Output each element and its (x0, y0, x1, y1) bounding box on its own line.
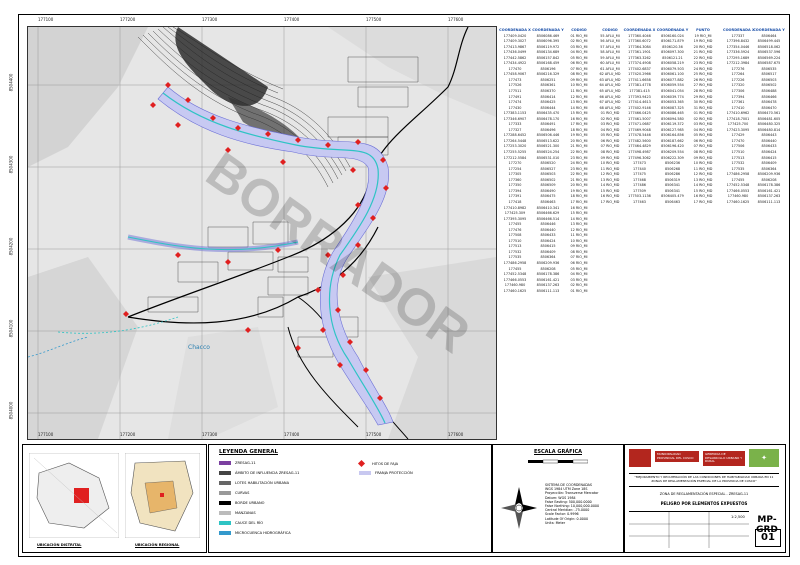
legend-swatch (219, 491, 231, 495)
plan-title: PELIGRO POR ELEMENTOS EXPUESTOS (660, 501, 748, 506)
x-tick-top-3: 177300 (202, 17, 218, 22)
legend-label: LOTES HABILITACIÓN URBANA (235, 481, 290, 485)
table-cell: 177460.1625 (503, 288, 527, 293)
legend-item: CAUCE DEL RÍO (219, 521, 263, 525)
legend-item: LOTES HABILITACIÓN URBANA (219, 481, 289, 485)
legend-swatch (219, 521, 231, 525)
legend-label: ÁMBITO DE INFLUENCIA ZRESAG-11 (235, 471, 300, 475)
coordinate-table-3: COORDENADA X COORDENADA Y 177337 8506464 177… (723, 28, 785, 206)
department-name: GERENCIA DE DESARROLLO URBANO Y RURAL (703, 451, 745, 466)
legend-swatch (219, 511, 231, 515)
legend-swatch (357, 459, 366, 468)
legend-label: BORDE URBANO (235, 501, 265, 505)
y-tick-1: 8504400 (8, 73, 14, 92)
project-logo-icon: ✦ (749, 449, 779, 467)
scale-box: ESCALA GRÁFICA SISTEMA DE COORDENADAS WGS… (492, 444, 624, 553)
legend-item: ZRESAG-11 (219, 461, 256, 465)
legend-swatch (359, 471, 371, 475)
table-cell: 17 RIO_MD (693, 199, 713, 204)
coordinate-system-info: SISTEMA DE COORDENADAS WGS 1984 UTM Zone … (545, 483, 599, 525)
river-label: Chacco (188, 344, 210, 351)
district-location-label: UBICACIÓN DISTRITAL (37, 543, 82, 547)
y-tick-2: 8504300 (8, 155, 14, 174)
district-location-map (29, 453, 119, 538)
x-tick-bottom-3: 177300 (202, 432, 218, 437)
legend-label: CURVAS (235, 491, 250, 495)
table-cell: 01 RIO_MI (570, 288, 588, 293)
x-tick-top-5: 177500 (366, 17, 382, 22)
legend-title: LEYENDA GENERAL (219, 449, 278, 455)
legend-swatch (219, 501, 231, 505)
legend-item: MANZANAS (219, 511, 256, 515)
x-tick-top-6: 177600 (448, 17, 464, 22)
table-row: 17 RIO_MD 177463 8506463 17 RIO_MD (597, 200, 717, 206)
x-tick-bottom-2: 177200 (120, 432, 136, 437)
map-frame[interactable]: BORRADOR Chacco (27, 26, 497, 440)
legend-label: ZRESAG-11 (235, 461, 256, 465)
x-tick-top-4: 177400 (284, 17, 300, 22)
legend-label: HITOS DE FAJA (372, 461, 399, 466)
zone-name: ZONA DE REGLAMENTACIÓN ESPECIAL - ZRESAG… (659, 492, 749, 496)
regional-location-label: UBICACIÓN REGIONAL (135, 543, 180, 547)
project-title: "MEJORAMIENTO Y RECUPERACIÓN DE LAS COND… (629, 473, 779, 487)
table-cell: 177460.1625 (726, 199, 750, 204)
y-tick-3: 8504200 (8, 237, 14, 256)
table-cell: 177463 (633, 199, 646, 204)
title-block: MUNICIPALIDAD PROVINCIAL DEL CUSCO GEREN… (624, 444, 786, 553)
legend-swatch (219, 461, 231, 465)
scale-bar (528, 459, 588, 464)
legend-label: CAUCE DEL RÍO (235, 521, 264, 525)
location-maps: UBICACIÓN DISTRITAL UBICACIÓN REGIONAL (22, 444, 207, 553)
coordinate-tables: COORDENADA X COORDENADA Y CODIGO 177409.042… (497, 26, 788, 438)
y-tick-5: 8504000 (8, 401, 14, 420)
table-cell: 8506111.113 (757, 199, 781, 204)
legend-item: CURVAS (219, 491, 249, 495)
system-info-line: Units: Meter (545, 520, 566, 525)
org-name: MUNICIPALIDAD PROVINCIAL DEL CUSCO (655, 451, 699, 463)
legend-item: HITOS DE FAJA (357, 459, 399, 468)
legend-item: ÁMBITO DE INFLUENCIA ZRESAG-11 (219, 471, 299, 475)
regional-location-map (125, 453, 200, 538)
scale-title: ESCALA GRÁFICA (534, 449, 582, 455)
x-tick-top-2: 177200 (120, 17, 136, 22)
system-info-line: Proyección: Transverse Mercator (545, 491, 599, 496)
legend-swatch (219, 471, 231, 475)
y-tick-4: 8504100 (8, 319, 14, 338)
legend-swatch (219, 481, 231, 485)
legend-label: FRANJA PROTECCIÓN (375, 471, 413, 475)
legend-label: MICROCUENCA HIDROGRÁFICA (235, 531, 291, 535)
legend-item: MICROCUENCA HIDROGRÁFICA (219, 531, 291, 535)
x-tick-bottom-6: 177600 (448, 432, 464, 437)
table-row: 177460.1625 8506111.113 (723, 200, 785, 206)
x-tick-bottom-5: 177500 (366, 432, 382, 437)
sheet-number: 01 (755, 529, 781, 547)
x-tick-bottom-4: 177400 (284, 432, 300, 437)
legend-swatch (219, 531, 231, 535)
legend-item: BORDE URBANO (219, 501, 264, 505)
coordinate-table-1: COORDENADA X COORDENADA Y CODIGO 177409.042… (499, 28, 593, 294)
legend-item: FRANJA PROTECCIÓN (359, 471, 413, 475)
x-tick-bottom-1: 177100 (38, 432, 54, 437)
x-tick-top-1: 177100 (38, 17, 54, 22)
legend-label: MANZANAS (235, 511, 256, 515)
table-cell: 8506463 (664, 199, 681, 204)
map-canvas: BORRADOR Chacco (28, 27, 496, 439)
legend-box: LEYENDA GENERAL ZRESAG-11 ÁMBITO DE INFLU… (208, 444, 492, 553)
table-row: 177460.1625 8506111.113 01 RIO_MI (499, 289, 593, 295)
municipal-logo-icon (629, 449, 651, 467)
coordinate-table-2: CODIGO COORDENADA X COORDENADA Y PUNTO 55 AF… (597, 28, 717, 206)
table-cell: 8506111.113 (536, 288, 560, 293)
table-cell: 17 RIO_MD (600, 199, 620, 204)
scale-value: 1:2,500 (731, 515, 745, 519)
bottom-panel: UBICACIÓN DISTRITAL UBICACIÓN REGIONAL L… (18, 440, 788, 555)
north-arrow-icon (501, 487, 537, 529)
